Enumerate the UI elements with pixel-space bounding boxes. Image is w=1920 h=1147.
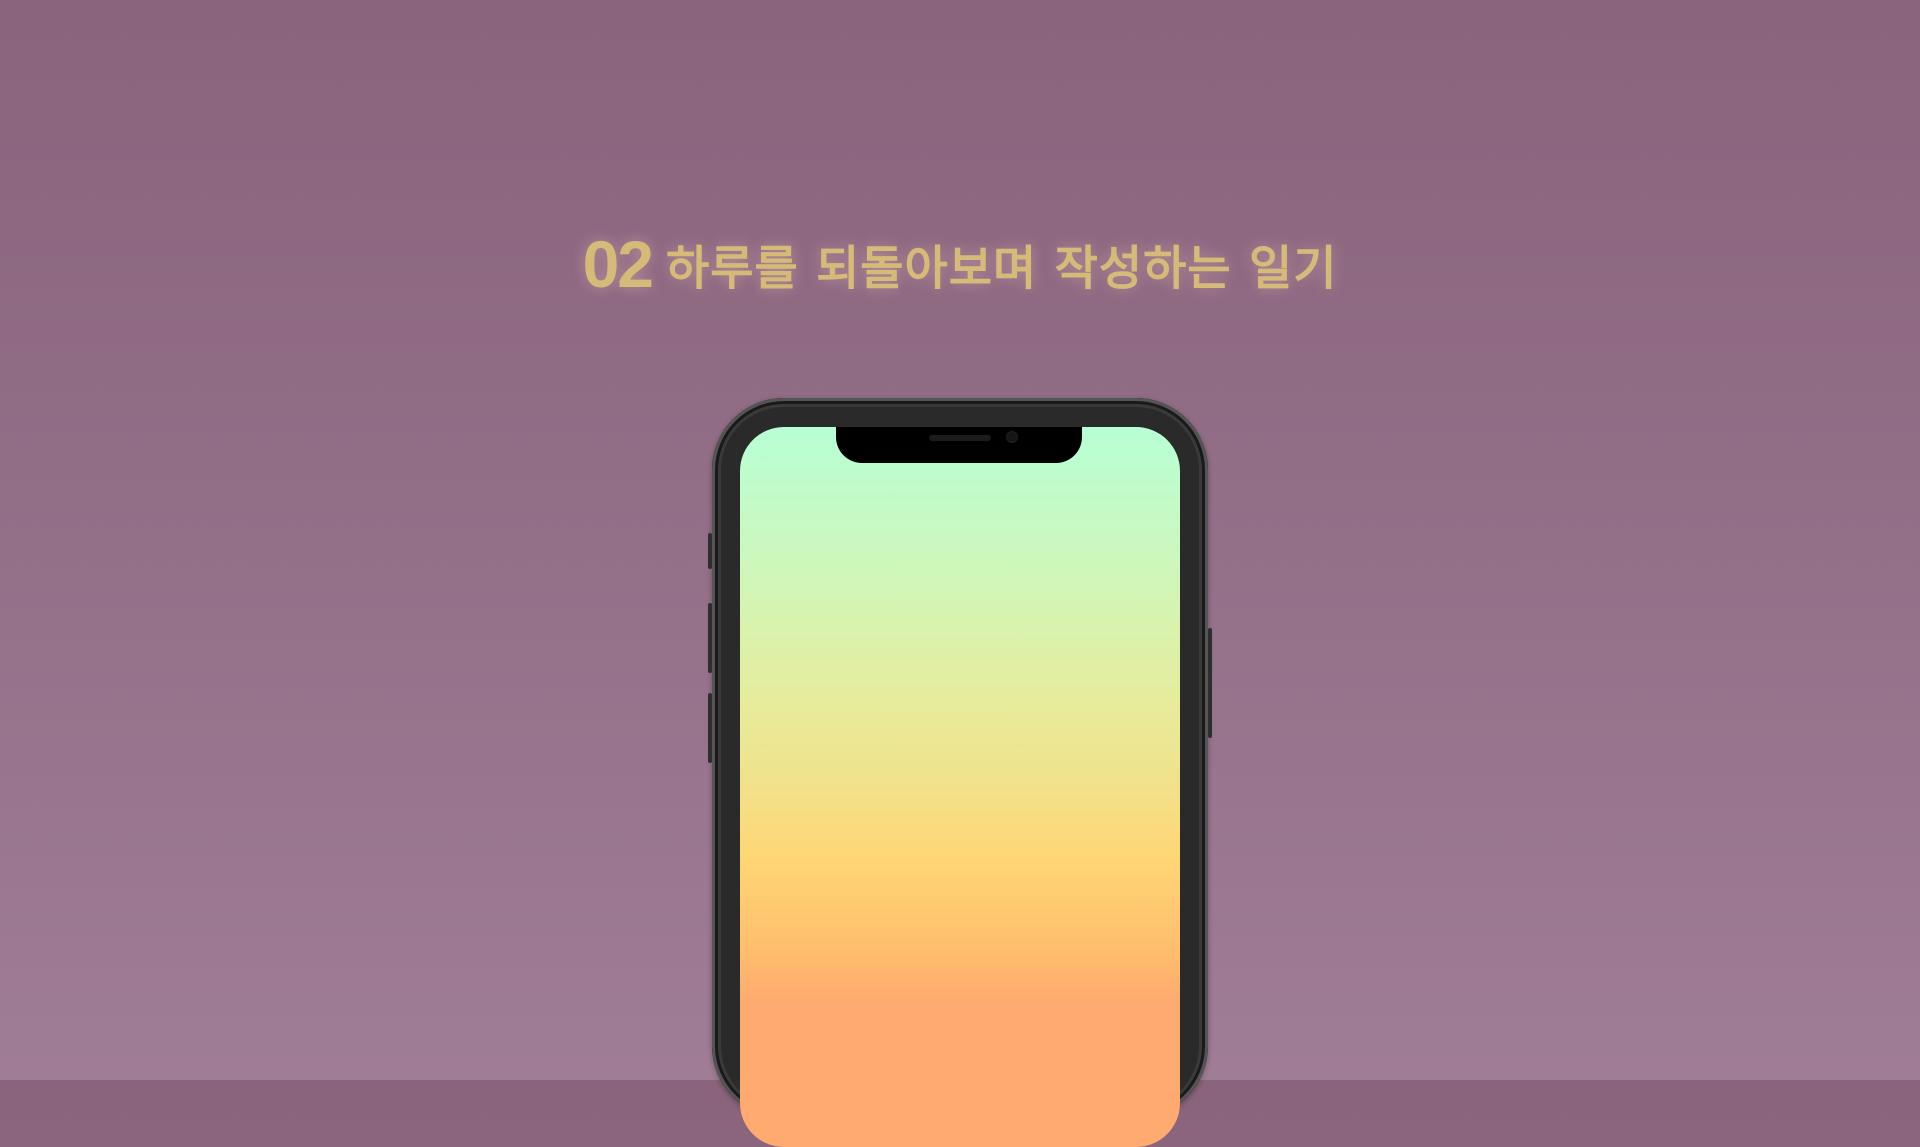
- phone-notch: [836, 427, 1082, 463]
- heading-number: 02: [582, 227, 654, 301]
- page-heading: 02 하루를 되돌아보며 작성하는 일기: [0, 226, 1920, 302]
- mute-switch: [708, 533, 712, 569]
- volume-down-button: [708, 693, 712, 763]
- heading-text: 하루를 되돌아보며 작성하는 일기: [665, 241, 1338, 297]
- speaker-icon: [929, 435, 991, 441]
- phone-screen: [740, 427, 1180, 1147]
- camera-icon: [1006, 431, 1018, 443]
- phone-mockup: [708, 398, 1212, 1147]
- power-button: [1208, 628, 1212, 738]
- volume-up-button: [708, 603, 712, 673]
